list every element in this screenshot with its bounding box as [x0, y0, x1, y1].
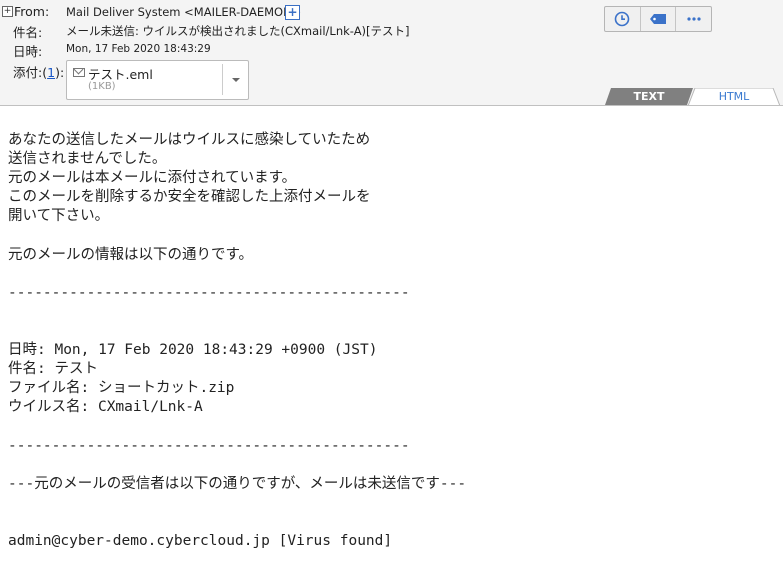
tag-icon	[650, 14, 666, 24]
body-line: admin@cyber-demo.cybercloud.jp [Virus fo…	[8, 532, 393, 549]
expand-header-toggle[interactable]: +	[2, 6, 13, 17]
attachment-label-text: 添付:	[13, 65, 43, 80]
body-line	[8, 494, 778, 513]
body-line: ----------------------------------------…	[8, 437, 410, 454]
body-line: 日時: Mon, 17 Feb 2020 18:43:29 +0900 (JST…	[8, 342, 378, 359]
add-contact-icon[interactable]: +	[285, 5, 300, 20]
tab-html[interactable]: HTML	[688, 88, 780, 106]
message-header: + From: Mail Deliver System <MAILER-DAEM…	[0, 0, 783, 106]
body-line: 元のメールの情報は以下の通りです。	[8, 246, 254, 263]
date-label: 日時:	[13, 44, 43, 59]
more-button[interactable]	[676, 7, 711, 31]
chevron-down-icon[interactable]	[232, 78, 240, 82]
body-line: 開いて下さい。	[8, 208, 110, 225]
body-line: ----------------------------------------…	[8, 284, 410, 301]
attachment-divider	[222, 64, 223, 95]
body-line	[8, 417, 778, 436]
body-line: ---元のメールの受信者は以下の通りですが、メールは未送信です---	[8, 475, 467, 492]
body-line: 送信されませんでした。	[8, 151, 167, 168]
body-line	[8, 303, 778, 322]
body-line	[8, 456, 778, 475]
header-divider	[0, 105, 783, 106]
attachment-count-link[interactable]: 1	[47, 65, 55, 80]
from-label: From:	[14, 4, 50, 19]
date-value: Mon, 17 Feb 2020 18:43:29	[66, 43, 211, 55]
clock-button[interactable]	[605, 7, 641, 31]
from-value[interactable]: Mail Deliver System <MAILER-DAEMON>	[66, 5, 301, 19]
body-line	[8, 513, 778, 532]
message-body: あなたの送信したメールはウイルスに感染していたため 送信されませんでした。元のメー…	[8, 131, 778, 551]
tab-text-label: TEXT	[633, 90, 665, 103]
envelope-icon	[73, 68, 85, 77]
body-line: このメールを削除するか安全を確認した上添付メールを	[8, 189, 371, 206]
tag-button[interactable]	[641, 7, 677, 31]
body-line: 件名: テスト	[8, 361, 98, 378]
attachment-size: (1KB)	[88, 81, 116, 92]
body-line	[8, 322, 778, 341]
body-line: ウイルス名: CXmail/Lnk-A	[8, 399, 203, 416]
tab-html-label: HTML	[718, 90, 750, 103]
tab-text[interactable]: TEXT	[605, 88, 693, 105]
body-line: あなたの送信したメールはウイルスに感染していたため	[8, 132, 371, 148]
message-toolbar	[604, 6, 712, 32]
body-line	[8, 226, 778, 245]
body-line: 元のメールは本メールに添付されています。	[8, 170, 297, 187]
clock-icon	[615, 11, 630, 27]
more-icon	[687, 17, 701, 21]
subject-value: メール未送信: ウイルスが検出されました(CXmail/Lnk-A)[テスト]	[66, 24, 410, 38]
body-line	[8, 265, 778, 284]
subject-label: 件名:	[13, 25, 43, 40]
body-line: ファイル名: ショートカット.zip	[8, 380, 235, 397]
attachment-chip[interactable]: テスト.eml (1KB)	[66, 60, 249, 100]
attachment-label: 添付:(1):	[13, 65, 65, 80]
